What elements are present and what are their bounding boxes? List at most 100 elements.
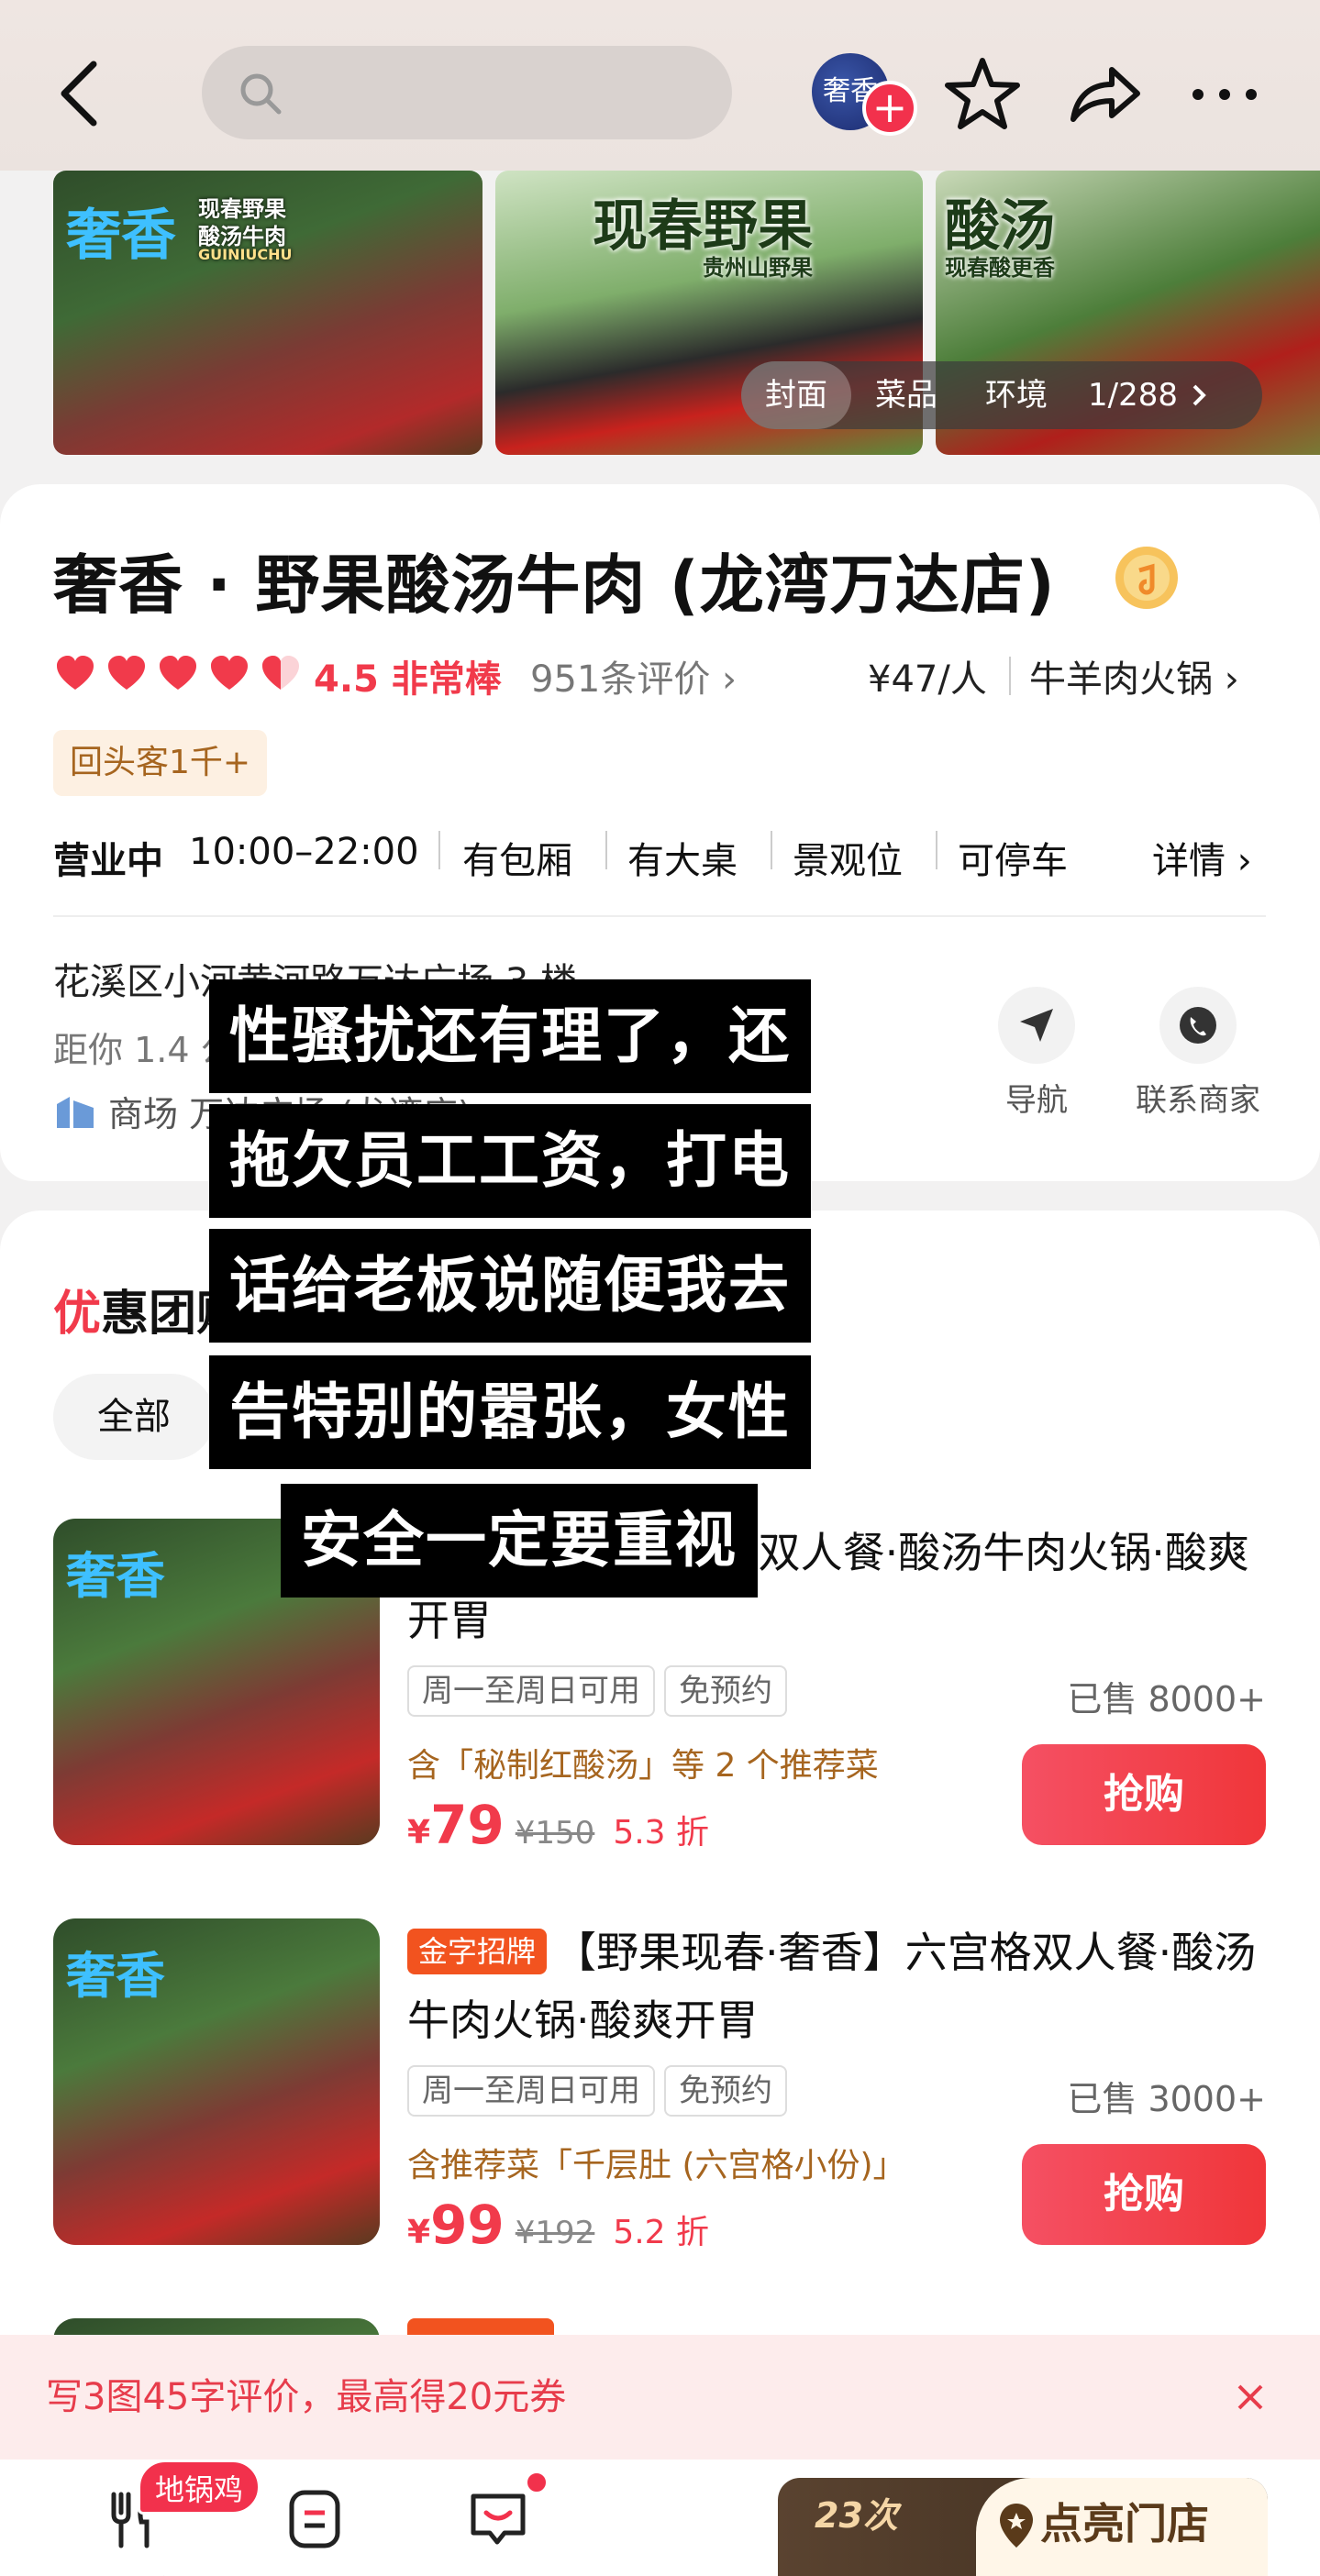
chevron-right-icon [1192,384,1206,406]
deal-current-price: 99 [430,2194,505,2256]
building-icon [57,1097,94,1128]
rating-heart-icon [262,656,299,690]
gallery-caption: GUINIUCHU [198,246,293,263]
rating-hearts [53,651,303,695]
brand-logo-art: 奢香 [66,1546,165,1605]
deal-tags: 周一至周日可用 免预约 [407,1665,787,1717]
medal-icon [1115,547,1178,609]
share-icon[interactable] [1062,53,1145,136]
navigation-label: 导航 [1005,1082,1068,1119]
subtitle-line: 话给老板说随便我去 [209,1229,811,1343]
search-input[interactable] [294,68,697,117]
brand-logo-art: 奢香 [66,204,176,268]
check-in-button[interactable]: 23次 点亮门店 [778,2478,1268,2576]
deal-card[interactable]: 奢香 金字招牌 【野果现春·奢香】六宫格双人餐·酸汤牛肉火锅·酸爽开胃 周一至周日… [53,1918,1266,2258]
category-link[interactable]: 牛羊肉火锅 › [1029,649,1239,702]
hours-row[interactable]: 营业中 10:00–22:00 有包厢 有大桌 景观位 可停车 详情 › [53,824,1273,884]
phone-icon-wrap [1159,987,1237,1064]
back-arrow-icon[interactable] [53,57,108,130]
contact-merchant-button[interactable]: 联系商家 [1115,987,1281,1120]
nav-label: 订单 [246,2567,383,2576]
nav-label: 写评价 [429,2567,567,2576]
opening-hours: 10:00–22:00 [189,831,419,873]
deal-discount: 5.2 折 [613,2214,710,2251]
divider [1009,657,1011,695]
brand-logo-art: 奢香 [66,1946,165,2005]
subtitle-line: 拖欠员工工资，打电 [209,1104,811,1218]
divider [936,831,937,869]
feature-view-seat: 景观位 [793,840,903,882]
sold-count: 已售 8000+ [1067,1679,1266,1719]
top-bar: 奢香 + [0,0,1320,171]
shop-title: 奢香 · 野果酸汤牛肉 (龙湾万达店) [53,547,1056,623]
subtitle-line: 告特别的嚣张，女性 [209,1355,811,1469]
rating-heart-icon [108,656,145,690]
subtitle-line: 性骚扰还有理了，还 [209,979,811,1093]
nav-label: 逛美食 [64,2567,202,2576]
divider [53,915,1266,917]
gallery-caption: 现春酸更香 [945,255,1055,281]
nav-write-review[interactable]: 写评价 [429,2487,567,2576]
deal-original-price: ¥150 [515,1815,595,1852]
rating-row: 4.5 非常棒 951条评价 › ¥47/人 牛羊肉火锅 › [53,649,1273,704]
gallery-tab-dishes[interactable]: 菜品 [851,361,961,429]
deals-title-accent: 优 [53,1287,102,1342]
hot-dish-badge: 地锅鸡 [138,2460,261,2515]
deal-discount: 5.3 折 [613,1814,710,1852]
buy-button[interactable]: 抢购 [1022,2144,1266,2245]
follow-button[interactable]: + [862,81,917,136]
deal-current-price: 79 [430,1794,505,1856]
gallery-count: 1/288 [1088,377,1178,414]
deal-recommend: 含推荐菜「千层肚 (六宫格小份)」 [407,2147,906,2184]
navigation-button[interactable]: 导航 [954,987,1119,1120]
gold-signboard-tag: 金字招牌 [407,1929,548,1974]
deal-original-price: ¥192 [515,2215,595,2251]
order-list-icon [289,2490,340,2548]
details-link[interactable]: 详情 › [1152,831,1252,884]
review-banner-text: 写3图45字评价，最高得20元券 [46,2376,567,2418]
deal-tag: 周一至周日可用 [407,2065,655,2117]
navigation-icon-wrap [998,987,1075,1064]
contact-label: 联系商家 [1136,1082,1260,1119]
deal-image: 奢香 [53,1918,380,2245]
feature-parking: 可停车 [958,840,1068,882]
gallery-image-cover[interactable]: 奢香 现春野果 酸汤牛肉 GUINIUCHU [53,171,483,455]
light-up-label: 点亮门店 [1040,2499,1209,2548]
feature-private-room: 有包厢 [462,840,572,882]
rating-heart-icon [57,656,94,690]
repeat-customer-badge: 回头客1千+ [53,730,268,796]
gallery-tab-bar: 封面 菜品 环境 1/288 [741,361,1262,429]
sold-count: 已售 3000+ [1067,2079,1266,2119]
currency-symbol: ¥ [407,1814,431,1852]
review-reward-banner[interactable]: 写3图45字评价，最高得20元券 [0,2335,1320,2460]
deal-recommend: 含「秘制红酸汤」等 2 个推荐菜 [407,1747,879,1785]
open-status: 营业中 [53,840,163,882]
deal-tag: 免预约 [664,2065,787,2117]
search-icon [240,73,282,115]
review-count-link[interactable]: 951条评价 › [530,649,737,702]
divider [605,831,607,869]
gallery-tab-environment[interactable]: 环境 [961,361,1071,429]
location-pin-icon [1000,2504,1033,2548]
check-in-count: 23次 [815,2495,898,2536]
rating-heart-icon [160,656,196,690]
buy-button[interactable]: 抢购 [1022,1744,1266,1845]
phone-icon [1180,1007,1216,1044]
close-icon[interactable] [1228,2375,1272,2419]
price-per-person: ¥47/人 [868,658,987,701]
deal-name: 金字招牌 【野果现春·奢香】六宫格双人餐·酸汤牛肉火锅·酸爽开胃 [407,1918,1266,2054]
gallery-tab-cover[interactable]: 封面 [741,361,851,429]
deal-tag: 周一至周日可用 [407,1665,655,1717]
deal-price: ¥79 ¥150 5.3 折 [407,1794,709,1856]
filter-chip-all[interactable]: 全部 [53,1374,215,1460]
more-icon[interactable] [1183,53,1266,136]
navigation-arrow-icon [1020,1009,1053,1042]
divider [771,831,772,869]
star-icon[interactable] [941,53,1024,136]
search-bar[interactable] [202,46,732,139]
feature-large-table: 有大桌 [627,840,738,882]
subtitle-line: 安全一定要重视 [281,1484,758,1598]
nav-orders[interactable]: 订单 [246,2487,383,2576]
deal-tags: 周一至周日可用 免预约 [407,2065,787,2117]
divider [438,831,440,869]
